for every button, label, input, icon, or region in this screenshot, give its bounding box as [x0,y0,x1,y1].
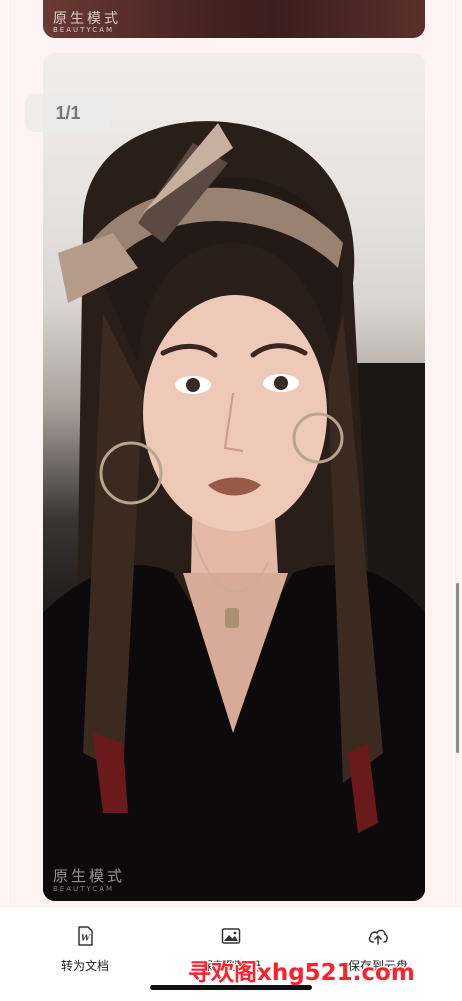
convert-to-document-label: 转为文档 [60,959,109,973]
overlay-watermark: 寻欢阁xhg521.com [188,960,415,986]
portrait-image [43,121,425,901]
convert-to-document-button[interactable]: W 转为文档 [25,925,145,974]
scrollbar[interactable] [456,583,459,753]
photo-watermark-sub: BEAUTYCAM [53,26,115,34]
image-icon [221,928,241,944]
main-photo[interactable]: 原生模式 BEAUTYCAM [43,53,425,901]
photo-watermark: 原生模式 [53,867,126,885]
right-edge-line [453,0,454,905]
word-doc-icon: W [78,926,93,946]
photo-watermark: 原生模式 [53,11,121,27]
home-indicator[interactable] [150,985,312,990]
page-indicator: 1/1 [25,94,111,132]
svg-text:W: W [81,933,91,943]
previous-photo[interactable]: 原生模式 BEAUTYCAM [43,0,425,38]
cloud-upload-icon [368,929,388,945]
photo-watermark-sub: BEAUTYCAM [53,885,115,893]
left-edge-line [8,0,9,905]
